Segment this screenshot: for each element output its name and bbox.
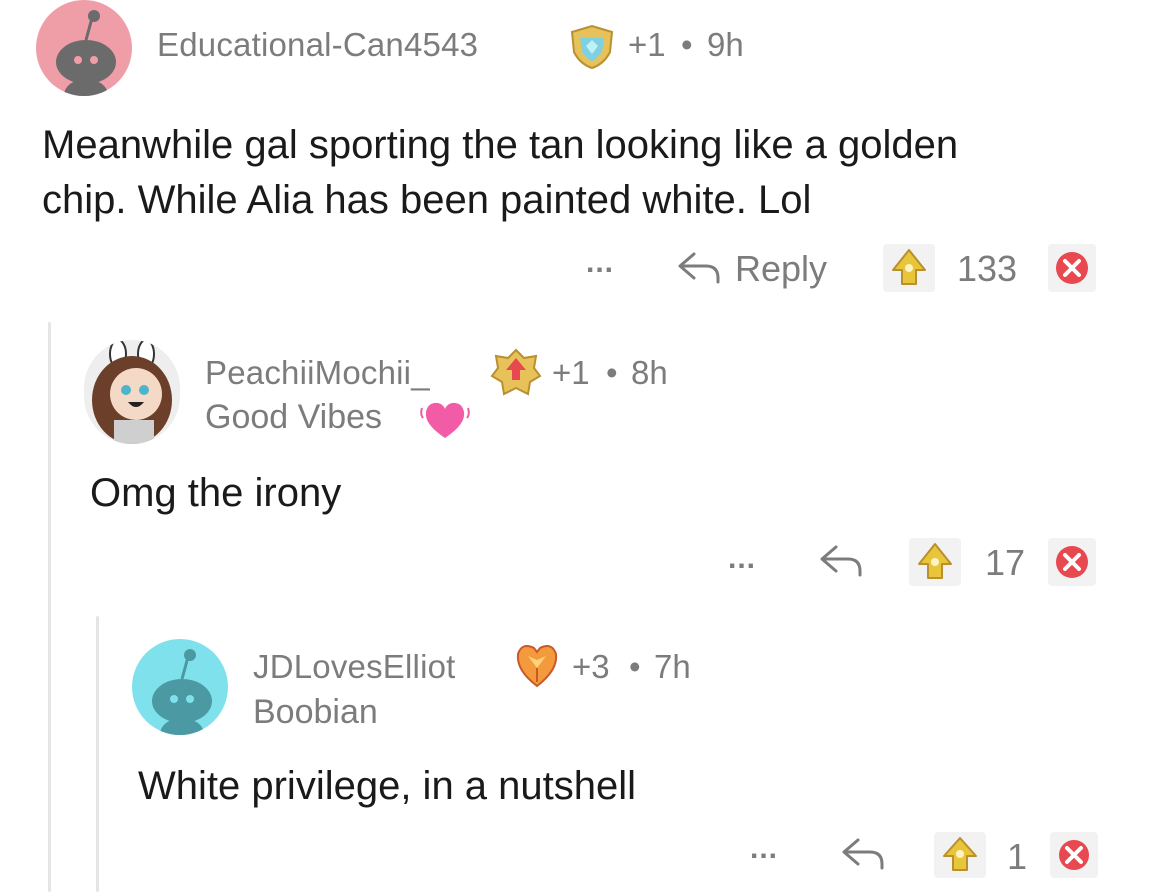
user-flair: Good Vibes xyxy=(205,398,383,436)
gold-upvote-icon xyxy=(943,837,977,871)
red-x-downvote-icon xyxy=(1056,546,1088,578)
award-count: +3 xyxy=(572,648,610,685)
gold-upvote-icon xyxy=(892,249,926,285)
user-flair: Boobian xyxy=(253,693,378,731)
award-count: +1 xyxy=(628,26,666,63)
award-count: +1 xyxy=(552,354,590,391)
red-x-downvote-icon xyxy=(1056,252,1088,284)
more-options-button[interactable]: ... xyxy=(728,542,756,576)
award-crystal-heart-icon[interactable] xyxy=(512,640,562,695)
thread-line-level-1[interactable] xyxy=(48,322,51,892)
comment-age: 7h xyxy=(654,648,691,685)
score: 1 xyxy=(1007,836,1028,877)
avatar[interactable] xyxy=(84,340,180,444)
username[interactable]: PeachiiMochii_ xyxy=(205,354,430,392)
red-x-downvote-icon xyxy=(1059,840,1089,870)
award-upvote-badge-icon[interactable] xyxy=(490,348,542,401)
meta-separator: • xyxy=(606,354,618,391)
reply-arrow-icon[interactable] xyxy=(676,250,722,291)
downvote-button[interactable] xyxy=(1050,832,1098,878)
avatar[interactable] xyxy=(132,639,228,735)
meta-separator: • xyxy=(681,26,693,63)
comment-body-line-2: chip. While Alia has been painted white.… xyxy=(42,178,812,222)
comment-age: 8h xyxy=(631,354,668,391)
gold-upvote-icon xyxy=(918,543,952,579)
more-options-button[interactable]: ... xyxy=(750,832,778,866)
award-shield-icon[interactable] xyxy=(568,24,616,75)
upvote-button[interactable] xyxy=(883,244,935,292)
score: 17 xyxy=(985,542,1026,583)
thread-line-level-2[interactable] xyxy=(96,616,99,892)
reply-button[interactable]: Reply xyxy=(735,248,827,290)
reply-arrow-icon[interactable] xyxy=(818,543,864,584)
meta-separator: • xyxy=(629,648,641,685)
snoo-icon xyxy=(56,10,116,96)
score: 133 xyxy=(957,248,1018,289)
comment-body-line-1: White privilege, in a nutshell xyxy=(138,764,637,808)
comment-body-line-1: Omg the irony xyxy=(90,471,342,515)
more-options-button[interactable]: ... xyxy=(586,246,614,280)
snoo-icon xyxy=(152,649,212,735)
reply-arrow-icon[interactable] xyxy=(840,836,886,877)
avatar[interactable] xyxy=(36,0,132,96)
character-avatar-icon xyxy=(92,340,172,444)
comment-age: 9h xyxy=(707,26,744,63)
username[interactable]: JDLovesElliot xyxy=(253,648,456,686)
downvote-button[interactable] xyxy=(1048,244,1096,292)
heart-icon xyxy=(420,398,470,447)
upvote-button[interactable] xyxy=(909,538,961,586)
upvote-button[interactable] xyxy=(934,832,986,878)
downvote-button[interactable] xyxy=(1048,538,1096,586)
username[interactable]: Educational-Can4543 xyxy=(157,26,478,64)
comment-body-line-1: Meanwhile gal sporting the tan looking l… xyxy=(42,123,959,167)
